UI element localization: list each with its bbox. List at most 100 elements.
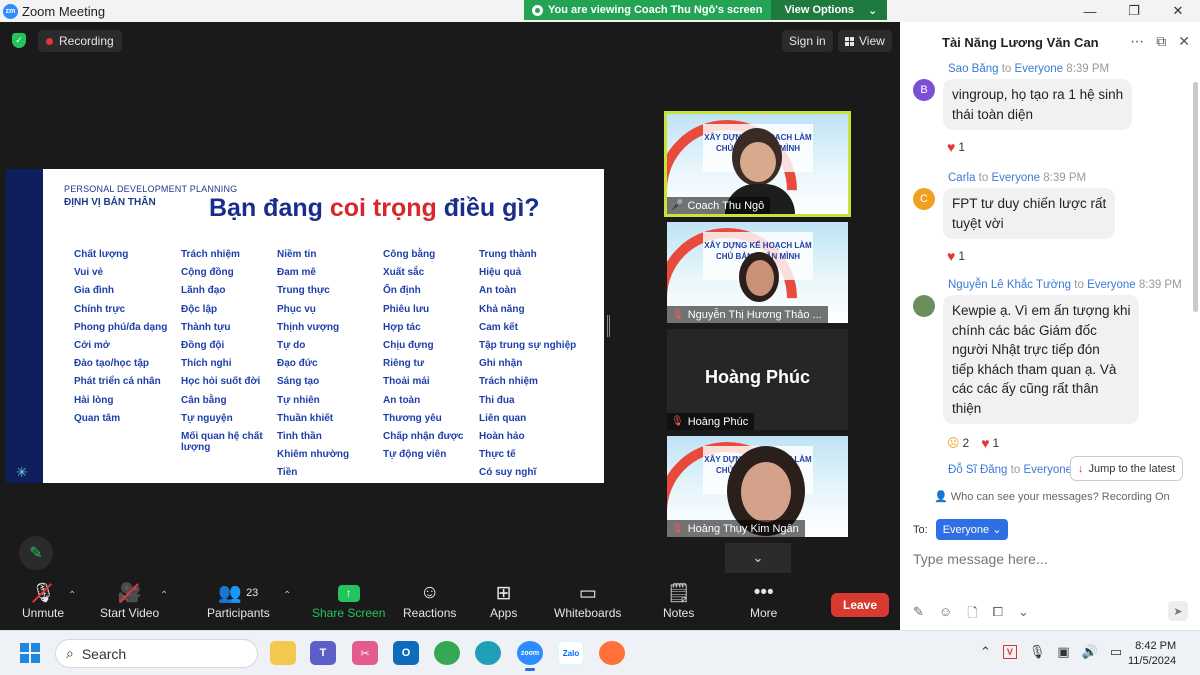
chevron-down-icon: ⌄: [868, 4, 878, 17]
zoom-taskbar-icon[interactable]: zoom: [517, 641, 543, 671]
participant-name: Hoàng Phúc: [687, 415, 749, 428]
teams-icon[interactable]: T: [310, 641, 336, 665]
heart-icon: ♥: [947, 248, 956, 264]
chat-scrollbar[interactable]: [1193, 82, 1198, 312]
annotate-pencil-button[interactable]: ✎: [19, 536, 53, 570]
recording-indicator[interactable]: Recording: [38, 30, 122, 52]
message-time: 8:39 PM: [1043, 172, 1087, 184]
microphone-icon[interactable]: 🎙: [1029, 644, 1046, 660]
view-options-button[interactable]: View Options ⌄: [770, 0, 888, 20]
video-tile-coach[interactable]: XÂY DỰNG KẾ HOẠCH LÀM CHỦ BẢN THÂN MÌNH …: [664, 111, 851, 217]
message-bubble[interactable]: vingroup, họ tạo ra 1 hệ sinh thái toàn …: [943, 79, 1133, 130]
message-bubble[interactable]: FPT tư duy chiến lược rất tuyệt vời: [943, 188, 1116, 239]
message-bubble[interactable]: Kewpie ạ. Vì em ấn tượng khi chính các b…: [943, 295, 1140, 424]
more-options-icon[interactable]: ⋯: [1130, 33, 1144, 50]
close-icon[interactable]: ✕: [1178, 33, 1190, 50]
file-icon[interactable]: 🗋: [967, 604, 977, 626]
encryption-shield-icon[interactable]: ✓: [12, 33, 26, 48]
reactions-button[interactable]: ☺ Reactions: [403, 580, 456, 620]
video-tile-huong-thao[interactable]: XÂY DỰNG KẾ HOẠCH LÀM CHỦ BẢN THÂN MÌNH …: [667, 222, 848, 323]
value-item: Thực tế: [479, 449, 516, 461]
outlook-icon[interactable]: O: [393, 641, 419, 665]
video-tile-kim-ngan[interactable]: XÂY DỰNG KẾ HOẠCH LÀM CHỦ BẢN THÂN MÌNH …: [667, 436, 848, 537]
who-can-see-note[interactable]: 👤 Who can see your messages? Recording O…: [934, 490, 1170, 503]
volume-icon[interactable]: 🔊: [1082, 644, 1098, 660]
minimize-icon[interactable]: —: [1068, 0, 1112, 22]
antivirus-icon[interactable]: V: [1002, 645, 1017, 659]
view-label: View: [859, 34, 885, 48]
message-line: tiếp khách tham quan ạ. Và: [952, 361, 1117, 377]
video-options-caret-icon[interactable]: ⌃: [160, 590, 168, 601]
screenshot-icon[interactable]: ⧠: [993, 604, 1003, 626]
taskbar-search[interactable]: ⌕ Search: [55, 639, 258, 668]
windows-start-icon[interactable]: [20, 643, 40, 663]
window-title: Zoom Meeting: [22, 3, 106, 19]
recording-label: Recording: [59, 34, 114, 48]
unmute-button[interactable]: 🎙 Unmute: [22, 580, 64, 620]
person-lock-icon: 👤: [934, 491, 948, 503]
participant-name-chip: 🎤 Coach Thu Ngô: [667, 197, 771, 214]
chevron-up-icon[interactable]: ⌃: [980, 644, 991, 660]
value-item: Phong phú/đa dạng: [74, 321, 168, 333]
value-item: Vui vẻ: [74, 267, 104, 279]
send-button[interactable]: ➤: [1168, 601, 1188, 621]
sender-name[interactable]: Sao Băng: [948, 63, 999, 75]
value-item: Cân bằng: [181, 394, 227, 406]
firefox-icon[interactable]: [599, 641, 625, 665]
slide-heading-part1: Bạn đang: [209, 194, 330, 222]
message-line: các các ấy cũng rất thân: [952, 381, 1099, 396]
value-item: Quan tâm: [74, 412, 121, 424]
maximize-icon[interactable]: ❐: [1112, 0, 1156, 22]
heart-reaction[interactable]: ♥ 1: [947, 139, 965, 155]
close-icon[interactable]: ✕: [1156, 0, 1200, 22]
value-item: Gia đình: [74, 285, 114, 297]
more-button[interactable]: ••• More: [750, 580, 777, 620]
video-tile-hoang-phuc[interactable]: Hoàng Phúc 🎙 Hoàng Phúc: [667, 329, 848, 430]
share-screen-button[interactable]: ↑ Share Screen: [312, 580, 385, 620]
viewing-banner: You are viewing Coach Thu Ngô's screen V…: [524, 0, 888, 20]
view-button[interactable]: View: [838, 30, 892, 52]
sender-name[interactable]: Nguyễn Lê Khắc Tường: [948, 279, 1071, 291]
split-handle[interactable]: [607, 315, 610, 337]
chrome-icon[interactable]: [434, 641, 460, 665]
apps-button[interactable]: ⊞ Apps: [490, 580, 517, 621]
sad-reaction[interactable]: ☹ 2: [947, 436, 969, 450]
format-text-icon[interactable]: ✎: [913, 604, 924, 626]
audio-options-caret-icon[interactable]: ⌃: [68, 590, 76, 601]
pop-out-icon[interactable]: ⧉: [1156, 33, 1166, 50]
notes-button[interactable]: 🗒 Notes: [663, 580, 694, 620]
message-line: thiện: [952, 400, 982, 416]
emoji-icon[interactable]: ☺: [939, 604, 952, 626]
chevron-down-icon[interactable]: ⌄: [1018, 604, 1029, 626]
value-item: Xuất sắc: [383, 267, 425, 279]
edge-icon[interactable]: [475, 641, 501, 665]
message-time: 8:39 PM: [1066, 63, 1110, 75]
notes-icon: 🗒: [666, 583, 691, 604]
zalo-icon[interactable]: Zalo: [558, 641, 584, 665]
jump-to-latest-button[interactable]: ↓ Jump to the latest: [1070, 456, 1184, 481]
value-item: Khiêm nhường: [277, 449, 350, 461]
value-item: An toàn: [479, 285, 517, 297]
file-explorer-icon[interactable]: [270, 641, 296, 665]
scroll-tiles-down-button[interactable]: ⌄: [725, 543, 791, 573]
sign-in-button[interactable]: Sign in: [782, 30, 833, 52]
sender-name[interactable]: Carla: [948, 172, 975, 184]
heart-reaction[interactable]: ♥ 1: [947, 248, 965, 264]
whiteboards-button[interactable]: ▭ Whiteboards: [554, 580, 621, 621]
sender-name[interactable]: Đỗ Sĩ Đăng: [948, 464, 1007, 476]
slide-kicker: PERSONAL DEVELOPMENT PLANNING: [64, 184, 238, 194]
start-video-button[interactable]: 🎥 Start Video: [100, 580, 159, 620]
network-icon[interactable]: ▣: [1057, 644, 1069, 660]
value-item: Thuần khiết: [277, 412, 334, 424]
message-input[interactable]: [913, 547, 1188, 571]
taskbar-clock[interactable]: 8:42 PM 11/5/2024: [1128, 639, 1176, 669]
snipping-tool-icon[interactable]: ✂: [352, 641, 378, 665]
slide-subtitle: ĐỊNH VỊ BẢN THÂN: [64, 197, 156, 208]
battery-icon[interactable]: ▭: [1110, 644, 1122, 660]
slide-heading-part2: điều gì?: [436, 194, 540, 222]
recipient-dropdown[interactable]: Everyone ⌄: [935, 519, 1009, 540]
participants-button[interactable]: 👥 23 Participants: [207, 580, 270, 620]
participants-caret-icon[interactable]: ⌃: [283, 590, 291, 601]
heart-reaction[interactable]: ♥ 1: [981, 435, 999, 451]
leave-button[interactable]: Leave: [831, 593, 889, 617]
